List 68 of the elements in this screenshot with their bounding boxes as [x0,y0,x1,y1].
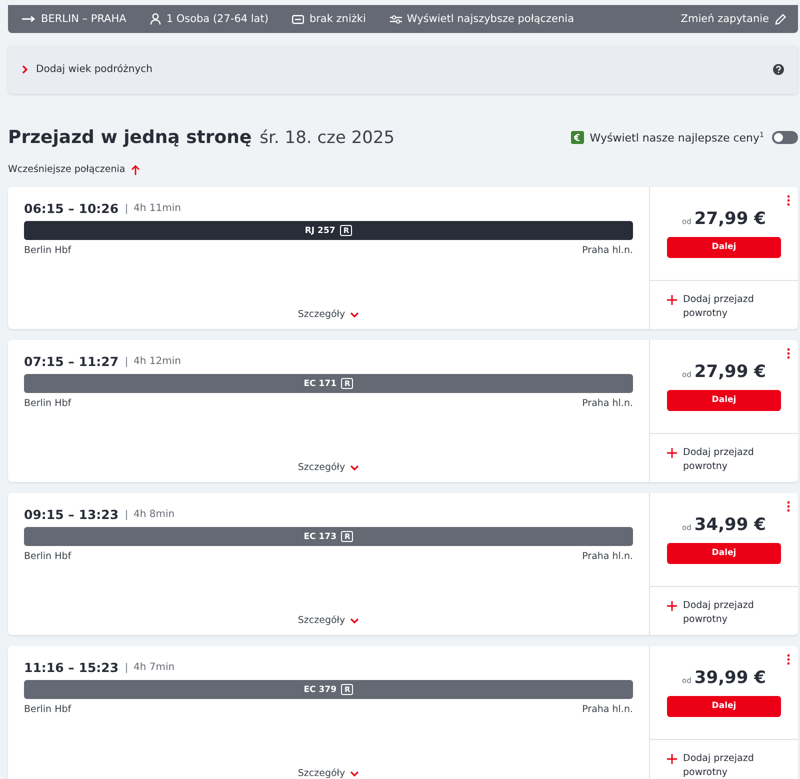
continue-button[interactable]: Dalej [667,696,781,717]
chevron-down-icon [350,464,360,470]
change-query-button[interactable]: Zmień zapytanie [680,13,786,25]
best-prices-switch[interactable] [772,131,798,144]
add-return-button[interactable]: Dodaj przejazd powrotny [650,281,767,321]
departure-arrival-times: 09:15 – 13:23 [24,507,119,522]
price-text: 34,99 € [694,515,766,535]
arrow-up-icon [131,164,140,174]
filter-icon [390,14,402,24]
more-options-icon[interactable] [787,654,790,665]
destination-station: Praha hl.n. [582,398,633,409]
passengers-text: 1 Osoba (27-64 lat) [166,13,268,25]
details-link[interactable]: Szczegóły [298,768,360,779]
price-text: 27,99 € [694,209,766,229]
more-options-icon[interactable] [787,501,790,512]
continue-button[interactable]: Dalej [667,543,781,564]
plus-icon [667,601,677,611]
details-link[interactable]: Szczegóły [298,615,360,626]
add-return-button[interactable]: Dodaj przejazd powrotny [650,740,767,779]
arrow-icon [22,16,36,22]
destination-station: Praha hl.n. [582,551,633,562]
duration-text: 4h 11min [134,203,181,214]
best-prices-label: Wyświetl nasze najlepsze ceny$^{1}$ [590,130,764,144]
origin-station: Berlin Hbf [24,551,72,562]
more-options-icon[interactable] [787,195,790,206]
departure-arrival-times: 11:16 – 15:23 [24,660,119,675]
add-return-button[interactable]: Dodaj przejazd powrotny [650,587,767,627]
train-number: EC 379 [304,684,336,694]
page-title: Przejazd w jedną stronę [8,127,252,148]
duration-text: 4h 8min [134,509,175,520]
travel-date: śr. 18. cze 2025 [260,128,395,148]
route-text: BERLIN – PRAHA [41,13,126,25]
earlier-connections-link[interactable]: Wcześniejsze połączenia [8,164,140,175]
continue-button[interactable]: Dalej [667,237,781,258]
pencil-icon [775,14,786,24]
duration-text: 4h 7min [134,662,175,673]
destination-station: Praha hl.n. [582,245,633,256]
departure-arrival-times: 06:15 – 10:26 [24,201,119,216]
price-text: 39,99 € [694,668,766,688]
train-number: EC 173 [304,532,336,542]
card-icon [292,14,304,24]
plus-icon [667,754,677,764]
add-age-toggle[interactable]: Dodaj wiek podróżnych [22,64,152,75]
train-number: RJ 257 [304,226,336,236]
details-link[interactable]: Szczegóły [298,462,360,473]
details-link[interactable]: Szczegóły [298,309,360,320]
fastest-filter-text: Wyświetl najszybsze połączenia [406,13,574,25]
euro-icon [570,131,584,144]
train-number: EC 171 [304,378,336,388]
price-text: 27,99 € [694,362,766,382]
duration-text: 4h 12min [134,356,181,367]
person-icon [150,13,162,25]
chevron-down-icon [350,770,360,776]
origin-station: Berlin Hbf [24,245,72,256]
origin-station: Berlin Hbf [24,398,72,409]
chevron-down-icon [350,618,360,624]
discount-text: brak zniżki [309,13,366,25]
add-return-button[interactable]: Dodaj przejazd powrotny [650,434,767,474]
more-options-icon[interactable] [787,348,790,359]
destination-station: Praha hl.n. [582,704,633,715]
chevron-right-icon [22,65,28,74]
plus-icon [667,448,677,458]
help-icon[interactable] [773,64,784,75]
plus-icon [667,295,677,305]
origin-station: Berlin Hbf [24,704,72,715]
departure-arrival-times: 07:15 – 11:27 [24,354,119,369]
continue-button[interactable]: Dalej [667,390,781,411]
chevron-down-icon [350,312,360,318]
